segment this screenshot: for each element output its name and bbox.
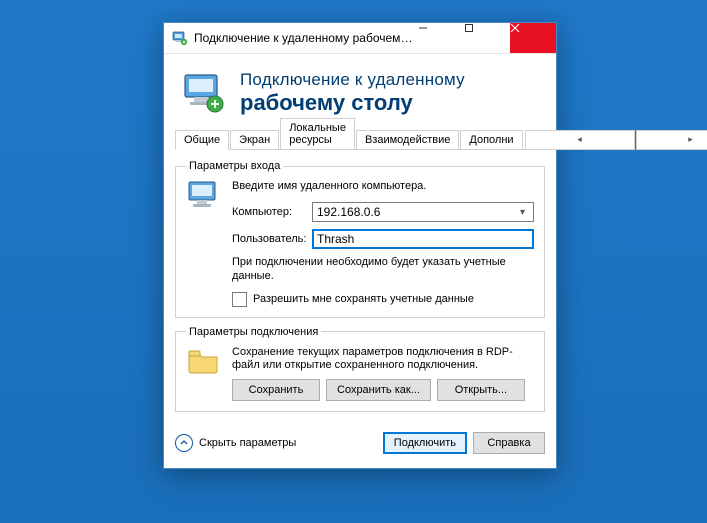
app-icon [172, 30, 188, 46]
title-line-1: Подключение к удаленному [240, 70, 465, 90]
save-button[interactable]: Сохранить [232, 379, 320, 401]
hide-options-label: Скрыть параметры [199, 437, 296, 449]
dialog-header: Подключение к удаленному рабочему столу [164, 54, 556, 128]
open-button[interactable]: Открыть... [437, 379, 525, 401]
titlebar: Подключение к удаленному рабочему с... [164, 23, 556, 54]
tab-advanced[interactable]: Дополни [460, 130, 522, 150]
dialog-body: Параметры входа Введите имя удаленного к… [164, 150, 556, 412]
connection-settings-description: Сохранение текущих параметров подключени… [232, 346, 534, 374]
chevron-up-icon [175, 434, 193, 452]
tab-local-resources[interactable]: Локальные ресурсы [280, 118, 355, 150]
close-button[interactable] [510, 23, 556, 53]
logon-settings-group: Параметры входа Введите имя удаленного к… [175, 160, 545, 318]
tab-experience[interactable]: Взаимодействие [356, 130, 459, 150]
tab-scroll-right[interactable]: ▸ [636, 130, 707, 150]
desktop-background: Подключение к удаленному рабочему с... [0, 0, 707, 523]
tab-display[interactable]: Экран [230, 130, 279, 150]
rdp-dialog-window: Подключение к удаленному рабочему с... [163, 22, 557, 469]
username-input[interactable] [312, 229, 534, 249]
save-as-button[interactable]: Сохранить как... [326, 379, 431, 401]
connect-button[interactable]: Подключить [383, 432, 467, 454]
computer-label: Компьютер: [232, 206, 312, 218]
minimize-button[interactable] [418, 23, 464, 53]
dialog-footer: Скрыть параметры Подключить Справка [164, 420, 556, 468]
tab-scroll-left[interactable]: ◂ [525, 130, 635, 150]
computer-icon [186, 180, 222, 214]
help-button[interactable]: Справка [473, 432, 545, 454]
tab-strip: Общие Экран Локальные ресурсы Взаимодейс… [175, 128, 545, 150]
computer-value: 192.168.0.6 [317, 205, 516, 219]
logon-settings-legend: Параметры входа [186, 160, 283, 172]
rdp-logo-icon [182, 71, 226, 115]
computer-combobox[interactable]: 192.168.0.6 ▾ [312, 202, 534, 222]
connection-settings-group: Параметры подключения Сохранение текущих… [175, 326, 545, 413]
connection-settings-legend: Параметры подключения [186, 326, 321, 338]
tab-scroll-buttons: ◂ ▸ [524, 130, 707, 150]
username-label: Пользователь: [232, 233, 312, 245]
save-credentials-label: Разрешить мне сохранять учетные данные [253, 293, 474, 305]
window-title: Подключение к удаленному рабочему с... [194, 31, 418, 45]
hide-options-link[interactable]: Скрыть параметры [175, 434, 296, 452]
maximize-button[interactable] [464, 23, 510, 53]
dialog-title: Подключение к удаленному рабочему столу [240, 70, 465, 116]
chevron-down-icon: ▾ [516, 207, 529, 218]
logon-intro-text: Введите имя удаленного компьютера. [232, 180, 534, 192]
title-line-2: рабочему столу [240, 90, 465, 116]
tab-general[interactable]: Общие [175, 130, 229, 150]
save-credentials-checkbox[interactable] [232, 292, 247, 307]
folder-icon [186, 346, 222, 376]
credentials-note: При подключении необходимо будет указать… [232, 256, 534, 284]
